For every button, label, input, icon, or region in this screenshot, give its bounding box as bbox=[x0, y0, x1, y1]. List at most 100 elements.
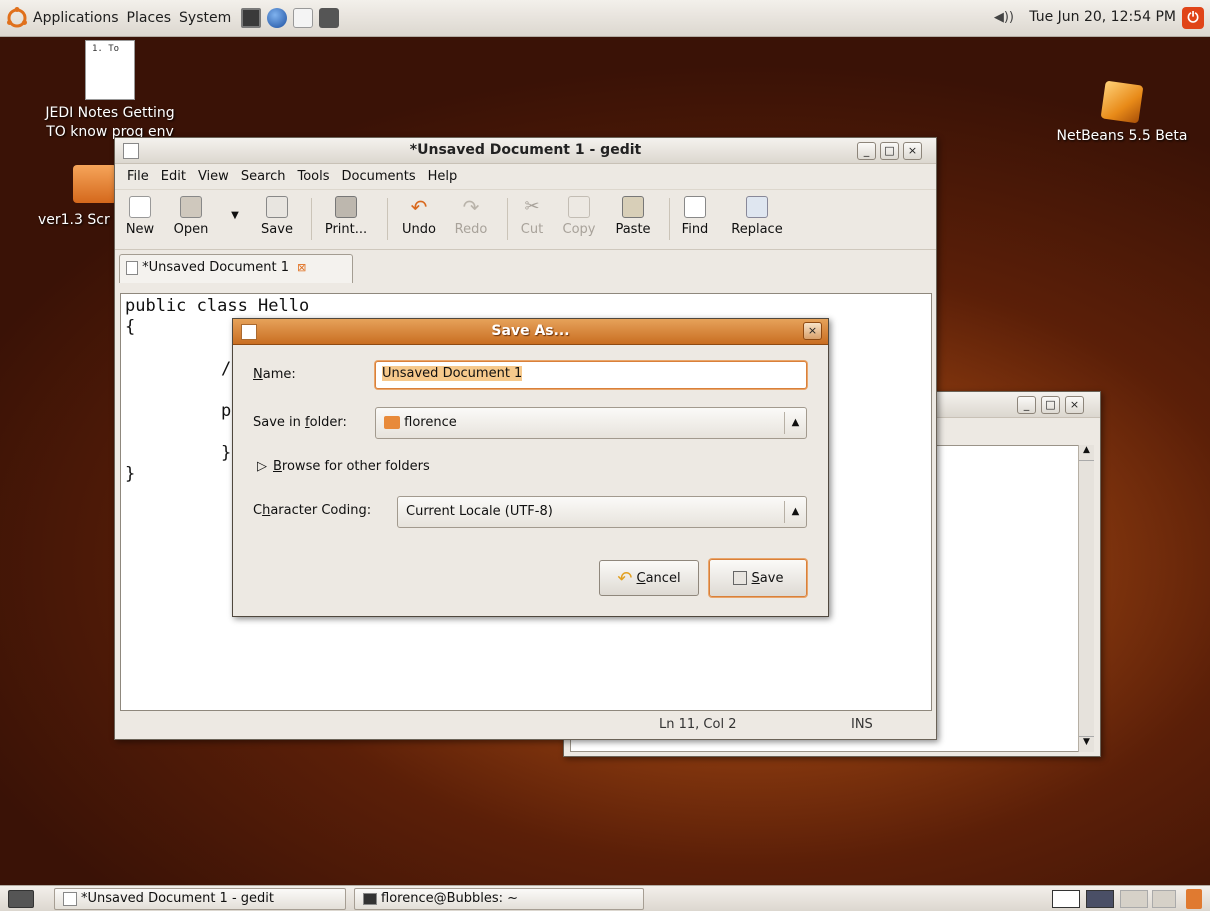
workspace-4[interactable] bbox=[1152, 890, 1176, 908]
replace-icon bbox=[746, 196, 768, 218]
cut-button[interactable]: ✂ Cut bbox=[517, 196, 547, 237]
show-desktop-icon[interactable] bbox=[8, 890, 34, 908]
menu-edit[interactable]: Edit bbox=[161, 169, 186, 184]
dialog-title: Save As... bbox=[491, 323, 570, 339]
undo-arrow-icon: ↶ bbox=[617, 567, 633, 589]
paste-button[interactable]: Paste bbox=[611, 196, 655, 237]
expander-triangle-icon: ▷ bbox=[257, 459, 267, 474]
copy-icon bbox=[568, 196, 590, 218]
folder-icon bbox=[73, 165, 117, 203]
open-folder-icon bbox=[180, 196, 202, 218]
close-button[interactable]: × bbox=[1065, 396, 1084, 414]
copy-button[interactable]: Copy bbox=[559, 196, 599, 237]
menu-file[interactable]: File bbox=[127, 169, 149, 184]
save-button[interactable]: Save bbox=[709, 559, 807, 597]
combo-arrow-icon: ▲ bbox=[784, 412, 806, 434]
window-title: *Unsaved Document 1 - gedit bbox=[409, 142, 642, 158]
redo-button[interactable]: ↷ Redo bbox=[451, 196, 491, 237]
bottom-panel: *Unsaved Document 1 - gedit florence@Bub… bbox=[0, 885, 1210, 911]
toolbar-separator bbox=[311, 198, 312, 240]
workspace-2[interactable] bbox=[1086, 890, 1114, 908]
name-field[interactable]: Unsaved Document 1 bbox=[375, 361, 807, 389]
desktop-icon-netbeans[interactable]: NetBeans 5.5 Beta bbox=[1046, 80, 1198, 146]
clock[interactable]: Tue Jun 20, 12:54 PM bbox=[1029, 9, 1176, 25]
mail-icon[interactable] bbox=[293, 8, 314, 28]
maximize-button[interactable]: □ bbox=[880, 142, 899, 160]
menu-help[interactable]: Help bbox=[428, 169, 458, 184]
browse-folders-expander[interactable]: ▷ Browse for other folders bbox=[257, 459, 430, 474]
desktop-icon-label: JEDI Notes Getting bbox=[45, 105, 175, 121]
open-recent-dropdown[interactable]: ▼ bbox=[229, 210, 241, 221]
insert-mode: INS bbox=[851, 717, 873, 732]
home-folder-icon bbox=[384, 416, 400, 429]
floppy-save-icon bbox=[732, 571, 747, 585]
trash-icon[interactable] bbox=[1186, 889, 1202, 909]
save-button[interactable]: Save bbox=[257, 196, 297, 237]
gedit-taskbar-icon bbox=[63, 891, 77, 906]
scissors-icon: ✂ bbox=[524, 196, 540, 217]
dialog-titlebar[interactable]: Save As... × bbox=[233, 319, 828, 345]
top-panel: Applications Places System ◀)) Tue Jun 2… bbox=[0, 0, 1210, 37]
system-menu[interactable]: System bbox=[179, 10, 231, 26]
power-icon[interactable]: ⏻ bbox=[1182, 7, 1204, 29]
volume-icon[interactable]: ◀)) bbox=[994, 10, 1014, 25]
find-button[interactable]: Find bbox=[679, 196, 711, 237]
maximize-button[interactable]: □ bbox=[1041, 396, 1060, 414]
toolbar-separator bbox=[387, 198, 388, 240]
document-thumbnail-icon: 1. To bbox=[85, 40, 135, 100]
desktop-icon-label: NetBeans 5.5 Beta bbox=[1056, 128, 1188, 144]
save-as-dialog[interactable]: Save As... × Name: Unsaved Document 1 Sa… bbox=[232, 318, 829, 617]
printer-icon bbox=[335, 196, 357, 218]
menubar: File Edit View Search Tools Documents He… bbox=[115, 164, 936, 190]
menu-documents[interactable]: Documents bbox=[342, 169, 416, 184]
character-coding-label: Character Coding: bbox=[253, 503, 372, 518]
find-icon bbox=[684, 196, 706, 218]
taskbar-item-terminal[interactable]: florence@Bubbles: ~ bbox=[354, 888, 644, 910]
applications-menu[interactable]: Applications bbox=[33, 10, 119, 26]
netbeans-cube-icon bbox=[1100, 80, 1144, 124]
terminal-scrollbar[interactable]: ▲ ▼ bbox=[1078, 445, 1094, 752]
places-menu[interactable]: Places bbox=[127, 10, 172, 26]
ubuntu-logo-icon[interactable] bbox=[6, 7, 28, 29]
tab-unsaved-document[interactable]: *Unsaved Document 1 ⊠ bbox=[119, 254, 353, 283]
toolbar-separator bbox=[669, 198, 670, 240]
menu-search[interactable]: Search bbox=[241, 169, 286, 184]
redo-icon: ↷ bbox=[462, 195, 480, 219]
desktop-icon-jedi-notes[interactable]: 1. To JEDI Notes Getting TO know prog en… bbox=[20, 40, 200, 142]
name-label: Name: bbox=[253, 367, 296, 382]
terminal-icon[interactable] bbox=[241, 8, 262, 28]
tab-row: *Unsaved Document 1 ⊠ bbox=[115, 250, 936, 283]
new-button[interactable]: New bbox=[123, 196, 157, 237]
web-browser-icon[interactable] bbox=[267, 8, 288, 28]
gedit-titlebar[interactable]: *Unsaved Document 1 - gedit _ □ × bbox=[115, 138, 936, 164]
combo-arrow-icon: ▲ bbox=[784, 501, 806, 523]
replace-button[interactable]: Replace bbox=[725, 196, 789, 237]
status-bar: Ln 11, Col 2 INS bbox=[115, 711, 936, 739]
toolbar-separator bbox=[507, 198, 508, 240]
scroll-down-icon[interactable]: ▼ bbox=[1079, 736, 1094, 752]
save-icon bbox=[266, 196, 288, 218]
document-icon bbox=[126, 260, 138, 275]
taskbar-item-gedit[interactable]: *Unsaved Document 1 - gedit bbox=[54, 888, 346, 910]
close-tab-icon[interactable]: ⊠ bbox=[297, 261, 306, 274]
close-button[interactable]: × bbox=[903, 142, 922, 160]
scroll-up-icon[interactable]: ▲ bbox=[1079, 445, 1094, 461]
minimize-button[interactable]: _ bbox=[1017, 396, 1036, 414]
screenshot-icon[interactable] bbox=[319, 8, 340, 28]
print-button[interactable]: Print... bbox=[321, 196, 371, 237]
undo-icon: ↶ bbox=[410, 195, 428, 219]
save-in-folder-select[interactable]: florence ▲ bbox=[375, 407, 807, 439]
workspace-1[interactable] bbox=[1052, 890, 1080, 908]
cursor-position: Ln 11, Col 2 bbox=[659, 717, 737, 732]
menu-view[interactable]: View bbox=[198, 169, 229, 184]
cancel-button[interactable]: ↶ Cancel bbox=[599, 560, 699, 596]
open-button[interactable]: Open bbox=[169, 196, 213, 237]
clipboard-icon bbox=[622, 196, 644, 218]
menu-tools[interactable]: Tools bbox=[297, 169, 329, 184]
dialog-close-button[interactable]: × bbox=[803, 322, 822, 340]
workspace-3[interactable] bbox=[1120, 890, 1148, 908]
minimize-button[interactable]: _ bbox=[857, 142, 876, 160]
undo-button[interactable]: ↶ Undo bbox=[399, 196, 439, 237]
character-coding-select[interactable]: Current Locale (UTF-8) ▲ bbox=[397, 496, 807, 528]
terminal-taskbar-icon bbox=[363, 892, 377, 905]
